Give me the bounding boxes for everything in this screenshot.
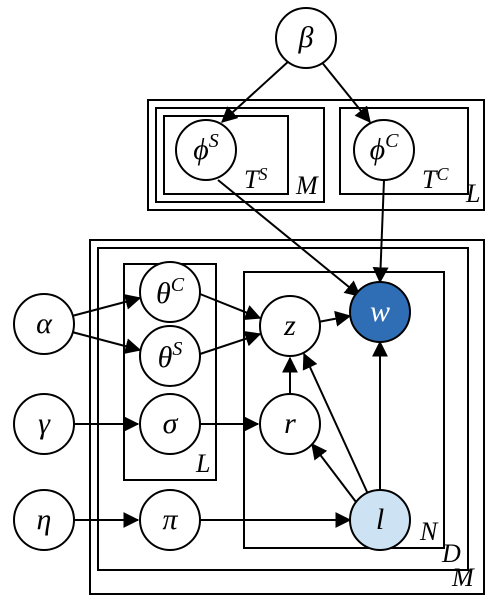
plate-N-label: N bbox=[419, 517, 439, 546]
svg-text:l: l bbox=[376, 503, 384, 536]
svg-text:w: w bbox=[370, 295, 390, 328]
node-beta: β bbox=[276, 8, 336, 68]
svg-text:α: α bbox=[36, 307, 53, 340]
svg-text:β: β bbox=[298, 21, 314, 54]
svg-text:η: η bbox=[37, 503, 52, 536]
plate-M-outer-small-label: M bbox=[295, 171, 319, 200]
node-sigma: σ bbox=[140, 394, 200, 454]
node-alpha: α bbox=[14, 294, 74, 354]
node-pi: π bbox=[140, 490, 200, 550]
svg-text:z: z bbox=[283, 309, 296, 342]
svg-text:γ: γ bbox=[38, 407, 51, 440]
svg-text:π: π bbox=[162, 503, 178, 536]
node-l: l bbox=[350, 490, 410, 550]
node-phiC: ϕC bbox=[354, 120, 414, 180]
plate-TS-label: TS bbox=[244, 164, 267, 194]
node-gamma: γ bbox=[14, 394, 74, 454]
svg-text:σ: σ bbox=[163, 407, 179, 440]
svg-text:r: r bbox=[284, 407, 296, 440]
node-eta: η bbox=[14, 490, 74, 550]
node-z: z bbox=[260, 296, 320, 356]
node-thetaC: θC bbox=[140, 262, 200, 322]
node-thetaS: θS bbox=[140, 326, 200, 386]
plate-L-inner-label: L bbox=[195, 449, 210, 478]
node-phiS: ϕS bbox=[176, 120, 236, 180]
plate-TC-label: TC bbox=[422, 164, 449, 194]
node-w: w bbox=[350, 282, 410, 342]
node-r: r bbox=[260, 394, 320, 454]
